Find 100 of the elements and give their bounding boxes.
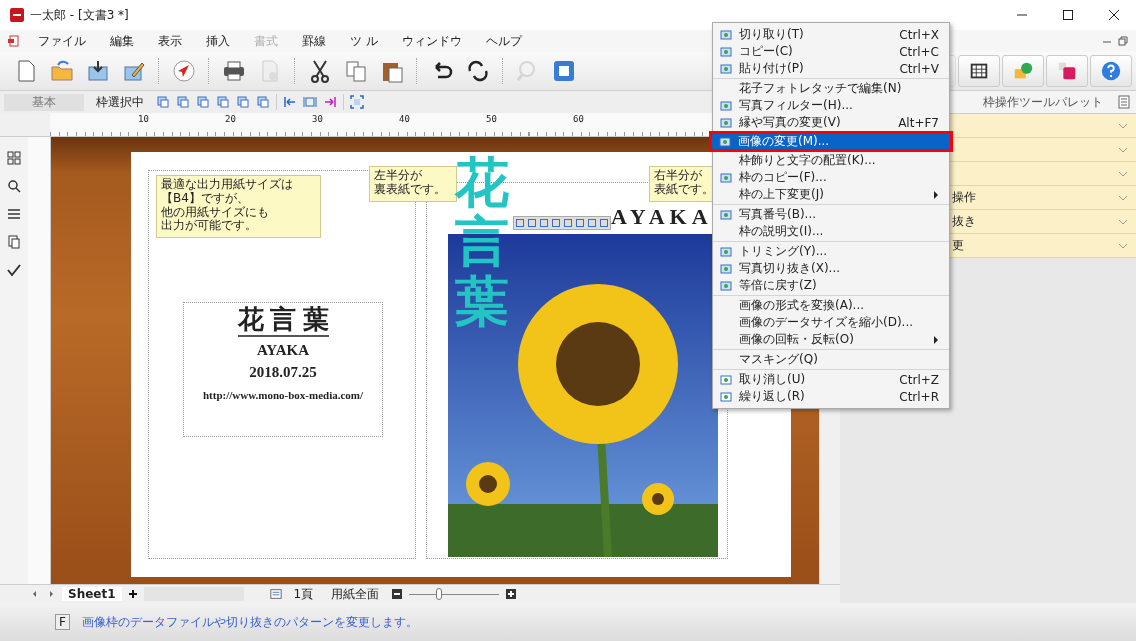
key-badge: F: [55, 614, 70, 630]
help-icon[interactable]: [1090, 55, 1132, 87]
chevron-icon: [1118, 194, 1128, 201]
ruler-label: 40: [399, 114, 410, 124]
table-icon[interactable]: [958, 55, 1000, 87]
menu-item[interactable]: 画像の形式を変換(A)...: [713, 297, 949, 314]
page-number: 1頁: [292, 585, 315, 603]
chevron-icon: [1118, 146, 1128, 153]
frame-arrange-icon[interactable]: [176, 95, 190, 109]
menu-item[interactable]: 表示: [146, 32, 194, 50]
note-text: 右半分が: [654, 169, 702, 183]
sheet-tab[interactable]: Sheet1: [62, 587, 122, 601]
frame-arrange-icon[interactable]: [216, 95, 230, 109]
chevron-icon: [1118, 122, 1128, 129]
document-title: 花 言 葉: [237, 305, 329, 337]
hanako-icon[interactable]: [1046, 55, 1088, 87]
menu-item[interactable]: 画像の変更(M)...: [709, 131, 953, 152]
zoom-slider-thumb[interactable]: [436, 588, 443, 600]
mode-label: 枠選択中: [95, 93, 145, 111]
shortcut-text: Ctrl+Z: [899, 372, 939, 387]
frame-arrange-icon[interactable]: [196, 95, 210, 109]
chevron-icon: [1118, 170, 1128, 177]
align-left-icon[interactable]: [283, 95, 297, 109]
note-text: 他の用紙サイズにも: [161, 205, 269, 219]
menu-item[interactable]: コピー(C) Ctrl+C: [713, 43, 949, 60]
shortcut-text: Ctrl+R: [899, 389, 939, 404]
menu-item[interactable]: 枠飾りと文字の配置(K)...: [713, 152, 949, 169]
status-message: 画像枠のデータファイルや切り抜きのパターンを変更します。: [81, 613, 418, 631]
menu-item[interactable]: 編集: [98, 32, 146, 50]
restore-icon[interactable]: [1118, 36, 1128, 46]
note-text: 【B4】ですが、: [161, 191, 249, 206]
menu-item[interactable]: 等倍に戻す(Z): [713, 277, 949, 294]
shortcut-text: Ctrl+C: [899, 44, 939, 59]
list-icon[interactable]: [7, 207, 21, 221]
note-text: 裏表紙です。: [374, 182, 446, 197]
submenu-arrow-icon: [933, 335, 939, 344]
menu-item[interactable]: 切り取り(T) Ctrl+X: [713, 26, 949, 43]
frame-arrange-icon[interactable]: [236, 95, 250, 109]
menu-item[interactable]: 縁や写真の変更(V) Alt+F7: [713, 114, 949, 131]
menu-item[interactable]: ファイル: [26, 32, 98, 50]
menu-item[interactable]: 花子フォトレタッチで編集(N): [713, 80, 949, 97]
layout-icon[interactable]: [269, 588, 282, 600]
date-text: 2018.07.25: [249, 363, 317, 381]
menu-item[interactable]: ヘルプ: [473, 32, 534, 50]
author-name: AYAKA: [256, 341, 310, 359]
menu-item[interactable]: 繰り返し(R) Ctrl+R: [713, 388, 949, 405]
menu-item[interactable]: 挿入: [194, 32, 242, 50]
frame-arrange-icon[interactable]: [256, 95, 270, 109]
style-dropdown[interactable]: 基本: [4, 93, 84, 111]
menu-item[interactable]: ウィンドウ: [389, 32, 474, 50]
note-text: 左半分が: [374, 169, 422, 183]
print-icon[interactable]: [222, 59, 246, 83]
chevron-icon: [1118, 218, 1128, 225]
ruler-label: 20: [225, 114, 236, 124]
compass-icon[interactable]: [172, 59, 196, 83]
palette-menu-icon[interactable]: [1118, 95, 1130, 109]
ruler-label: 60: [573, 114, 584, 124]
fit-frame-icon[interactable]: [350, 95, 364, 109]
zoom-in-icon[interactable]: [505, 588, 518, 600]
ruler-label: 30: [312, 114, 323, 124]
close-icon[interactable]: [1108, 9, 1120, 21]
view-mode-dropdown[interactable]: 用紙全面: [325, 585, 386, 603]
align-right-icon[interactable]: [323, 95, 337, 109]
menu-item[interactable]: 画像の回転・反転(O): [713, 331, 949, 348]
menu-item[interactable]: 画像のデータサイズを縮小(D)...: [713, 314, 949, 331]
menu-item[interactable]: 写真フィルター(H)...: [713, 97, 949, 114]
shortcut-text: Alt+F7: [898, 115, 939, 130]
menu-item[interactable]: 取り消し(U) Ctrl+Z: [713, 371, 949, 388]
search-icon[interactable]: [7, 179, 21, 193]
note-text: 最適な出力用紙サイズは: [161, 178, 293, 191]
cover-name: AYAKA: [611, 204, 713, 230]
pages-icon[interactable]: [7, 235, 21, 249]
check-icon[interactable]: [7, 263, 21, 277]
open-folder-icon[interactable]: [50, 59, 74, 83]
zoom-out-icon[interactable]: [391, 588, 404, 600]
chevron-icon: [1118, 242, 1128, 249]
add-sheet-icon[interactable]: [127, 589, 138, 599]
submenu-arrow-icon: [933, 190, 939, 199]
shortcut-text: Ctrl+X: [899, 27, 939, 42]
shortcut-text: Ctrl+V: [899, 61, 939, 76]
frame-arrange-icon[interactable]: [156, 95, 170, 109]
menu-item[interactable]: 写真切り抜き(X)...: [713, 260, 949, 277]
note-text: 表紙です。: [654, 182, 714, 197]
save-icon[interactable]: [86, 59, 110, 83]
menu-item[interactable]: 枠のコピー(F)...: [713, 169, 949, 186]
maximize-icon[interactable]: [1062, 9, 1074, 21]
ruler-label: 10: [138, 114, 149, 124]
menu-item[interactable]: 罫線: [290, 32, 338, 50]
document-icon[interactable]: [8, 35, 20, 47]
menu-item[interactable]: 貼り付け(P) Ctrl+V: [713, 60, 949, 77]
app-logo-icon: [10, 8, 24, 22]
ruler-label: 50: [486, 114, 497, 124]
menu-item[interactable]: マスキング(Q): [713, 351, 949, 368]
menu-item[interactable]: ツ ル: [338, 32, 390, 50]
url-text: http://www.mono-box-media.com/: [202, 388, 364, 401]
align-center-icon[interactable]: [303, 95, 317, 109]
grid-icon[interactable]: [7, 151, 21, 165]
note-text: 出力が可能です。: [161, 219, 257, 234]
palette-title: 枠操作ツールパレット: [983, 93, 1103, 111]
puzzle-icon[interactable]: [552, 59, 576, 83]
